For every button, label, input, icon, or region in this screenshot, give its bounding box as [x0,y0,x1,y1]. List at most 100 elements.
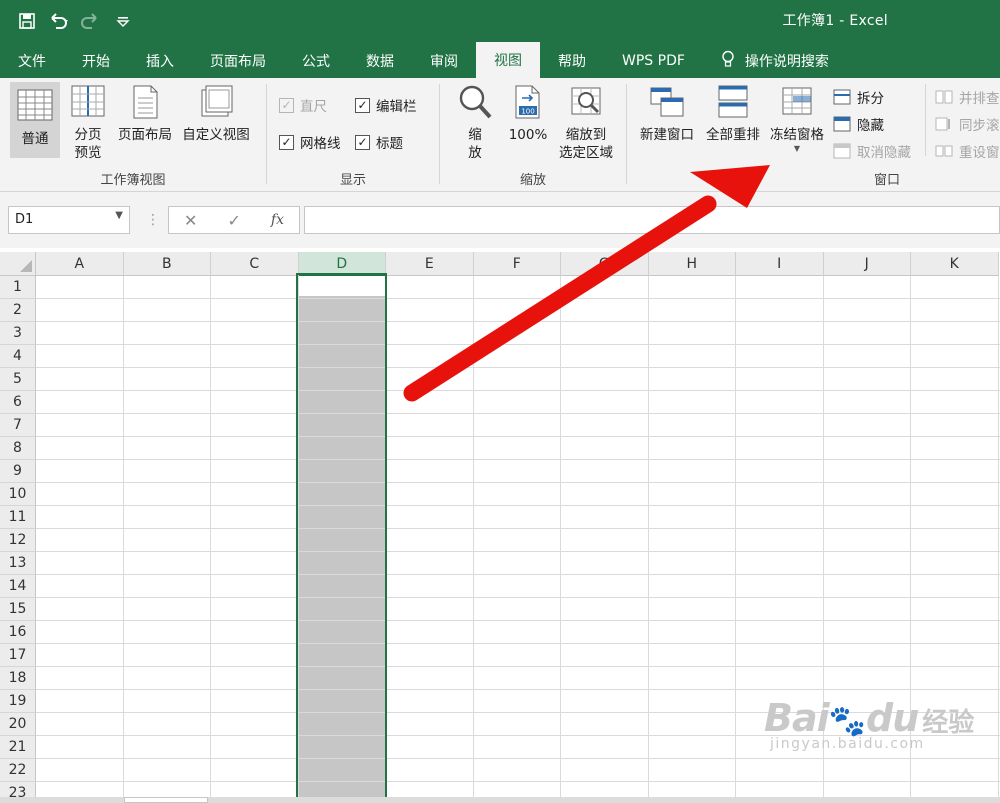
gridlines-checkbox[interactable]: ✓ 网格线 [279,131,341,153]
group-zoom: 缩 放 100 100% 缩放到 选定区域 缩放 [440,78,626,192]
row-header-9[interactable]: 9 [0,460,36,483]
new-window-label: 新建窗口 [640,127,694,143]
custom-views-icon [201,85,233,117]
unhide-button[interactable]: 取消隐藏 [833,140,911,162]
hide-button[interactable]: 隐藏 [833,113,884,135]
row-gridline [36,643,1000,644]
column-header-h[interactable]: H [648,252,736,276]
row-header-14[interactable]: 14 [0,575,36,598]
zoom-100-button[interactable]: 100 100% [504,82,552,144]
column-header-j[interactable]: J [823,252,911,276]
selection-border [296,273,387,803]
horizontal-scrollbar[interactable] [0,797,1000,803]
row-header-1[interactable]: 1 [0,276,36,299]
row-header-8[interactable]: 8 [0,437,36,460]
custom-views-button[interactable]: 自定义视图 [178,82,254,144]
row-header-20[interactable]: 20 [0,713,36,736]
row-header-10[interactable]: 10 [0,483,36,506]
row-header-21[interactable]: 21 [0,736,36,759]
tab-view[interactable]: 视图 [476,42,540,78]
column-header-i[interactable]: I [736,252,824,276]
scrollbar-thumb[interactable] [124,797,208,803]
page-layout-view-button[interactable]: 页面布局 [114,82,176,144]
tab-data[interactable]: 数据 [348,44,412,78]
save-icon[interactable] [14,8,40,34]
column-gridline [122,276,124,803]
row-header-6[interactable]: 6 [0,391,36,414]
reset-position-label: 重设窗 [959,145,1000,161]
row-header-19[interactable]: 19 [0,690,36,713]
zoom-button[interactable]: 缩 放 [454,82,496,162]
synchronous-scrolling-button[interactable]: 同步滚 [935,113,1000,135]
redo-icon[interactable] [78,8,104,34]
row-header-17[interactable]: 17 [0,644,36,667]
row-header-15[interactable]: 15 [0,598,36,621]
sync-scroll-label: 同步滚 [959,118,1000,134]
tab-help[interactable]: 帮助 [540,44,604,78]
ribbon-view: 普通 分页 预览 页面布局 自定义视图 工作簿视图 ✓ 直尺 ✓ 编辑栏 ✓ 网… [0,78,1000,192]
formula-input[interactable] [304,206,1000,234]
insert-function-button[interactable]: fx [271,212,284,228]
select-all-button[interactable] [0,252,36,276]
name-box[interactable]: D1 ▼ [8,206,130,234]
reset-window-position-button[interactable]: 重设窗 [935,140,1000,162]
row-header-22[interactable]: 22 [0,759,36,782]
column-header-k[interactable]: K [911,252,999,276]
row-header-3[interactable]: 3 [0,322,36,345]
row-gridline [36,574,1000,575]
watermark-logo: Bai [764,696,830,740]
freeze-panes-button[interactable]: 冻结窗格 ▼ [765,82,829,154]
row-gridline [36,298,1000,299]
subgroup-divider [925,84,926,156]
cancel-icon[interactable]: ✕ [184,211,197,230]
column-gridline [735,276,736,803]
column-header-f[interactable]: F [473,252,561,276]
tell-me-search[interactable]: 操作说明搜索 [703,44,847,78]
ruler-checkbox[interactable]: ✓ 直尺 [279,94,327,116]
checkmark-icon: ✓ [355,97,370,113]
headings-checkbox[interactable]: ✓ 标题 [355,131,403,153]
row-header-4[interactable]: 4 [0,345,36,368]
row-header-16[interactable]: 16 [0,621,36,644]
tab-formulas[interactable]: 公式 [284,44,348,78]
zoom-label-1: 缩 [468,127,482,143]
tab-insert[interactable]: 插入 [128,44,192,78]
view-side-by-side-button[interactable]: 并排查 [935,86,1000,108]
row-header-2[interactable]: 2 [0,299,36,322]
zoom-to-selection-button[interactable]: 缩放到 选定区域 [554,82,618,162]
side-by-side-label: 并排查 [959,91,1000,107]
undo-icon[interactable] [46,8,72,34]
formula-bar-checkbox[interactable]: ✓ 编辑栏 [355,94,417,116]
arrange-all-button[interactable]: 全部重排 [701,82,765,144]
row-header-11[interactable]: 11 [0,506,36,529]
customize-icon[interactable] [110,8,136,34]
tab-page-layout[interactable]: 页面布局 [192,44,284,78]
split-icon [833,89,851,105]
page-break-preview-button[interactable]: 分页 预览 [64,82,112,162]
tab-home[interactable]: 开始 [64,44,128,78]
side-by-side-icon [935,90,953,104]
row-header-5[interactable]: 5 [0,368,36,391]
new-window-button[interactable]: 新建窗口 [635,82,699,144]
row-header-13[interactable]: 13 [0,552,36,575]
column-gridline [472,276,474,803]
row-header-12[interactable]: 12 [0,529,36,552]
column-header-c[interactable]: C [211,252,299,276]
column-header-b[interactable]: B [123,252,211,276]
zoom-100-icon-text: 100 [521,108,534,116]
normal-view-button[interactable]: 普通 [10,82,60,158]
split-button[interactable]: 拆分 [833,86,884,108]
group-label-zoom: 缩放 [519,173,546,188]
tab-file[interactable]: 文件 [0,44,64,78]
enter-icon[interactable]: ✓ [227,211,240,230]
column-header-e[interactable]: E [386,252,474,276]
column-header-a[interactable]: A [36,252,124,276]
row-header-18[interactable]: 18 [0,667,36,690]
column-header-g[interactable]: G [561,252,649,276]
row-header-7[interactable]: 7 [0,414,36,437]
name-box-dropdown-icon[interactable]: ▼ [115,210,123,221]
tab-wps-pdf[interactable]: WPS PDF [604,44,703,78]
tab-review[interactable]: 审阅 [412,44,476,78]
watermark-cn: 经验 [922,708,975,738]
window-title: 工作簿1 - Excel [782,13,888,29]
